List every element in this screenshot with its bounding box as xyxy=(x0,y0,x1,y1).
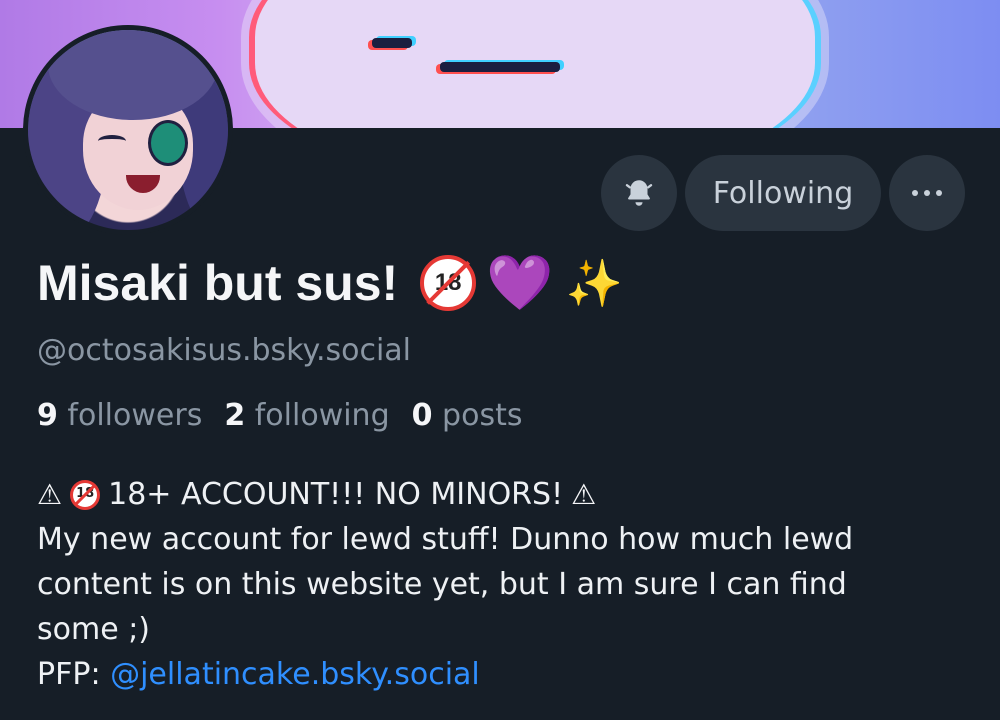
bio-pfp-credit: PFP: @jellatincake.bsky.social xyxy=(37,652,967,697)
bio-line: content is on this website yet, but I am… xyxy=(37,567,847,602)
following-button[interactable]: Following xyxy=(685,155,881,231)
warning-icon: ⚠ xyxy=(571,478,597,511)
notifications-bell-button[interactable] xyxy=(601,155,677,231)
profile-stats: 9 followers 2 following 0 posts xyxy=(37,398,522,433)
following-label: following xyxy=(254,398,390,433)
followers-stat[interactable]: 9 followers xyxy=(37,398,202,433)
profile-handle: @octosakisus.bsky.social xyxy=(37,333,412,368)
under-18-emoji-icon: 18 xyxy=(70,479,101,510)
following-stat[interactable]: 2 following xyxy=(224,398,389,433)
banner-ghost-mouth xyxy=(440,62,560,72)
under-18-emoji-icon: 18 xyxy=(420,255,477,311)
posts-count: 0 xyxy=(411,398,433,433)
profile-bio: ⚠ 18 18+ ACCOUNT!!! NO MINORS! ⚠ My new … xyxy=(37,472,967,697)
bio-line: some ;) xyxy=(37,612,151,647)
display-name-row: Misaki but sus! 18 💜 ✨ xyxy=(37,254,623,312)
bio-warning-text: 18+ ACCOUNT!!! NO MINORS! xyxy=(108,477,564,512)
bell-icon xyxy=(625,180,653,206)
avatar-wink-eye xyxy=(98,135,126,147)
display-name: Misaki but sus! xyxy=(37,255,399,311)
ellipsis-icon xyxy=(912,190,942,196)
bio-warning-line: ⚠ 18 18+ ACCOUNT!!! NO MINORS! ⚠ xyxy=(37,472,967,517)
posts-stat: 0 posts xyxy=(412,398,523,433)
bio-line: My new account for lewd stuff! Dunno how… xyxy=(37,522,854,557)
banner-ghost-eye-left xyxy=(372,38,412,48)
following-count: 2 xyxy=(224,398,246,433)
avatar-open-eye xyxy=(148,120,188,166)
avatar[interactable] xyxy=(28,30,228,230)
sparkles-emoji-icon: ✨ xyxy=(565,257,623,309)
followers-count: 9 xyxy=(37,398,58,433)
pfp-artist-link[interactable]: @jellatincake.bsky.social xyxy=(110,657,480,692)
more-options-button[interactable] xyxy=(889,155,965,231)
warning-icon: ⚠ xyxy=(37,478,63,511)
purple-heart-emoji-icon: 💜 xyxy=(486,253,554,313)
followers-label: followers xyxy=(67,398,203,433)
posts-label: posts xyxy=(442,398,523,433)
pfp-label: PFP: xyxy=(37,657,101,692)
